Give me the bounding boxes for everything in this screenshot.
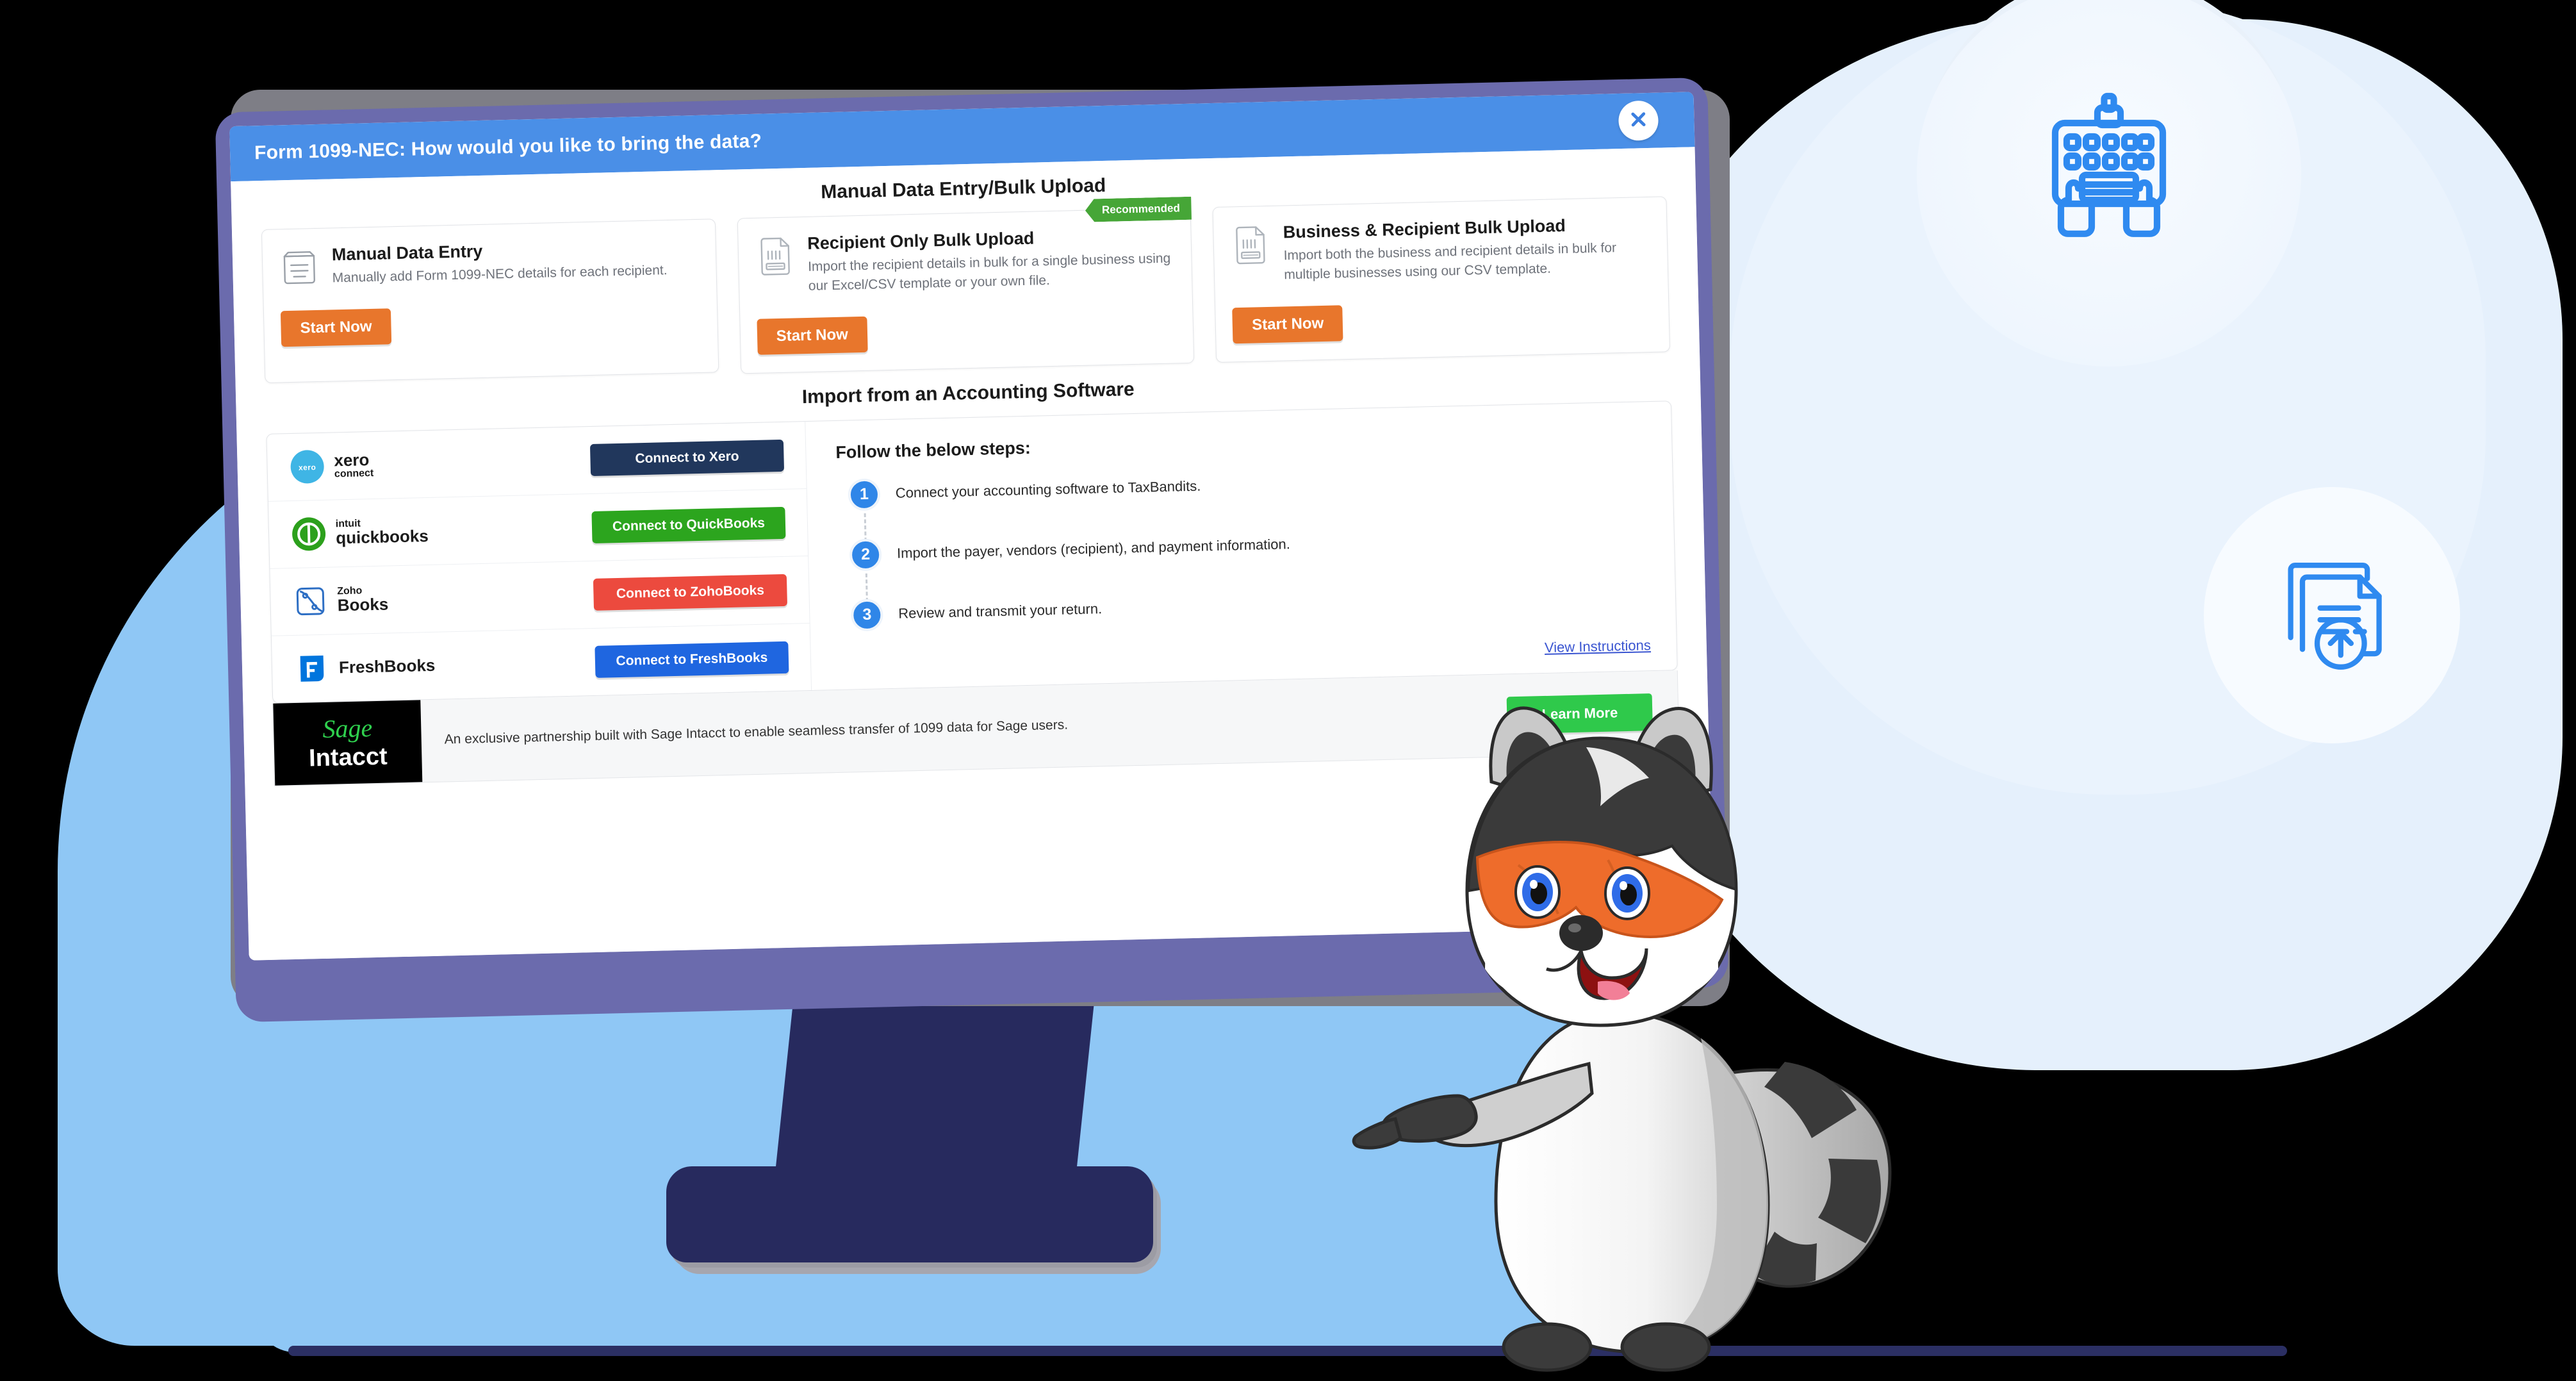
option-cards-row: Manual Data Entry Manually add Form 1099… [261,196,1671,385]
step-connector [865,573,868,602]
software-row-freshbooks: FreshBooks Connect to FreshBooks [272,624,811,703]
card-title: Recipient Only Bulk Upload [807,228,1035,253]
zohobooks-logo-icon [292,583,329,619]
step-row-1: 1 Connect your accounting software to Ta… [836,460,1647,542]
mascot-foot-left [1502,1322,1593,1372]
option-card-manual-data-entry[interactable]: Manual Data Entry Manually add Form 1099… [261,219,719,383]
freshbooks-logo-icon [293,650,330,686]
software-logo: FreshBooks [293,647,436,686]
card-head: Manual Data Entry Manually add Form 1099… [279,236,700,289]
step-text: Review and transmit your return. [898,600,1103,622]
software-row-quickbooks: intuit quickbooks Connect to QuickBooks [268,488,808,569]
software-list: xero xero connect Connect to Xero intuit… [267,421,812,703]
recommended-ribbon: Recommended [1085,197,1192,222]
software-logo: Zoho Books [292,581,389,620]
software-row-xero: xero xero connect Connect to Xero [267,421,807,502]
option-card-recipient-only-bulk-upload[interactable]: Recommended Recipient Only Bulk Upload I… [737,208,1195,374]
step-text: Import the payer, vendors (recipient), a… [896,535,1291,561]
quickbooks-logo-icon [290,515,327,552]
card-head: Business & Recipient Bulk Upload Import … [1230,214,1651,286]
software-logo: xero xero connect [289,447,374,485]
software-logo: intuit quickbooks [290,513,429,552]
option-card-business-recipient-bulk-upload[interactable]: Business & Recipient Bulk Upload Import … [1212,196,1671,363]
connect-to-quickbooks-button[interactable]: Connect to QuickBooks [591,506,786,543]
upload-badge [2204,487,2460,743]
connect-to-xero-button[interactable]: Connect to Xero [589,439,785,476]
step-number-badge: 1 [848,478,881,511]
software-name: xero connect [334,449,374,480]
connect-to-zohobooks-button[interactable]: Connect to ZohoBooks [593,574,787,611]
card-title: Business & Recipient Bulk Upload [1283,216,1566,242]
step-row-2: 2 Import the payer, vendors (recipient),… [838,520,1649,602]
mascot-foot-right [1620,1322,1711,1372]
csv-file-icon [755,234,795,276]
desk-line [288,1346,2287,1356]
card-text: Manual Data Entry Manually add Form 1099… [332,237,668,288]
page-title: Form 1099-NEC: How would you like to bri… [254,130,762,164]
svg-text:xero: xero [299,463,316,472]
intacct-wordmark: Intacct [308,743,388,772]
start-now-button-business[interactable]: Start Now [1232,304,1343,343]
step-connector [864,513,867,542]
card-text: Recipient Only Bulk Upload Import the re… [807,225,1176,295]
xero-logo-icon: xero [289,448,325,484]
software-name: FreshBooks [338,655,436,677]
keyboard-badge [1917,0,2301,367]
close-icon [1627,108,1650,133]
start-now-button-recipient[interactable]: Start Now [757,316,868,355]
csv-file-icon [1230,223,1270,265]
mascot-nose [1559,915,1603,951]
card-description: Import the recipient details in bulk for… [807,251,1171,294]
raccoon-mascot [1326,654,1903,1378]
step-row-3: 3 Review and transmit your return. [839,581,1650,632]
step-number-badge: 3 [850,598,883,632]
card-title: Manual Data Entry [331,241,483,265]
step-text: Connect your accounting software to TaxB… [895,477,1201,501]
monitor-base [666,1166,1153,1262]
card-description: Manually add Form 1099-NEC details for e… [332,263,668,286]
sage-intacct-logo: Sage Intacct [273,700,423,786]
steps-panel: Follow the below steps: 1 Connect your a… [805,401,1677,690]
close-button[interactable] [1618,100,1659,142]
keyboard-typing-icon [2013,77,2205,272]
software-name: Zoho Books [337,585,389,615]
sage-wordmark: Sage [322,713,373,743]
steps-title: Follow the below steps: [835,438,1031,462]
step-number-badge: 2 [849,538,882,572]
software-row-zohobooks: Zoho Books Connect to ZohoBooks [270,556,810,636]
card-head: Recipient Only Bulk Upload Import the re… [755,225,1176,297]
software-name: intuit quickbooks [335,518,429,548]
manual-entry-icon [279,245,320,287]
start-now-button-manual[interactable]: Start Now [280,308,392,347]
document-upload-icon [2258,540,2406,691]
connect-to-freshbooks-button[interactable]: Connect to FreshBooks [595,641,789,678]
card-text: Business & Recipient Bulk Upload Import … [1283,214,1651,285]
card-description: Import both the business and recipient d… [1283,240,1617,283]
